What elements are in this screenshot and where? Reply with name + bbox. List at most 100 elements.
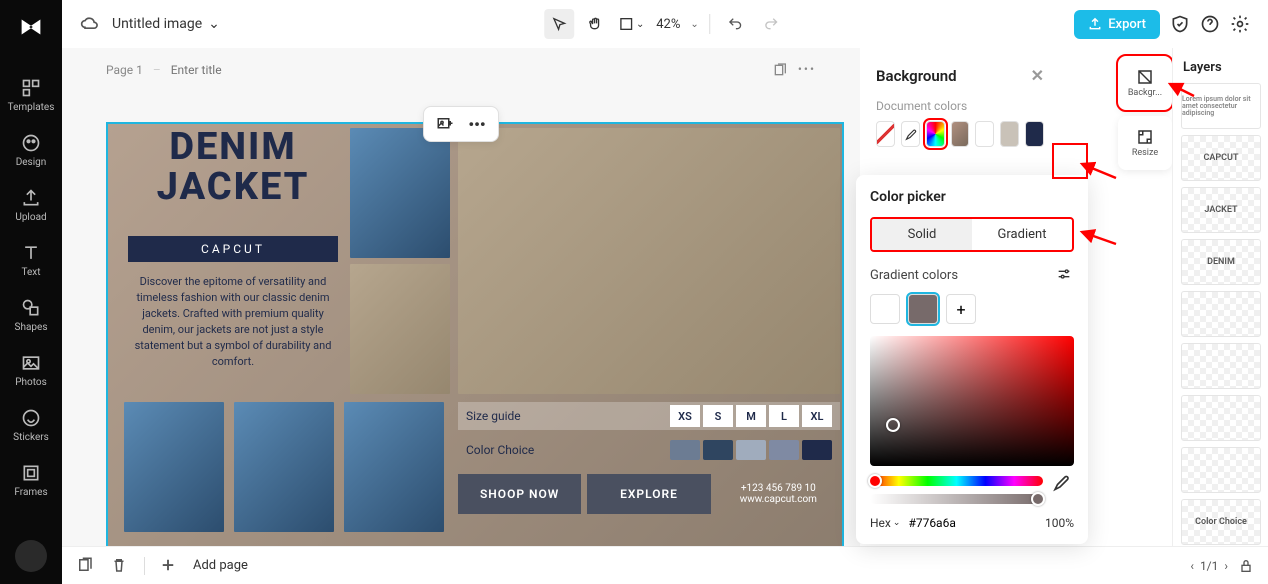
tab-solid[interactable]: Solid	[872, 219, 972, 250]
color-swatch-navy[interactable]	[1025, 121, 1044, 147]
color-swatch-white[interactable]	[975, 121, 994, 147]
canvas-page[interactable]: DENIM JACKET CAPCUT Discover the epitome…	[106, 122, 844, 546]
panel-title: Background	[876, 67, 957, 85]
settings-icon[interactable]	[1230, 14, 1250, 34]
chevron-down-icon[interactable]: ⌄	[690, 19, 698, 30]
sidebar-item-frames[interactable]: Frames	[0, 453, 62, 508]
color-picker-swatch[interactable]	[926, 121, 945, 147]
left-sidebar: Templates Design Upload Text Shapes Phot…	[0, 0, 62, 584]
photo-main	[458, 128, 840, 394]
cta-row: SHOOP NOW EXPLORE +123 456 789 10 www.ca…	[458, 474, 840, 514]
background-tool[interactable]: Backgr...	[1122, 62, 1168, 104]
tab-gradient[interactable]: Gradient	[972, 219, 1072, 250]
design-artboard: DENIM JACKET CAPCUT Discover the epitome…	[108, 124, 842, 546]
eyedropper-swatch[interactable]	[901, 121, 920, 147]
undo-button[interactable]	[720, 9, 750, 39]
sidebar-item-templates[interactable]: Templates	[0, 68, 62, 123]
duplicate-page-icon[interactable]	[772, 62, 788, 78]
select-tool[interactable]	[544, 9, 574, 39]
user-avatar[interactable]	[15, 540, 47, 572]
image-add-icon[interactable]	[434, 113, 456, 135]
background-panel: Background ✕ Document colors	[860, 52, 1060, 159]
add-icon[interactable]	[159, 556, 179, 576]
gradient-stop-1[interactable]	[870, 294, 900, 324]
help-icon[interactable]	[1200, 14, 1220, 34]
color-swatch	[769, 440, 799, 460]
color-swatch-beige[interactable]	[1000, 121, 1019, 147]
color-field[interactable]	[870, 336, 1074, 466]
document-colors-row	[860, 121, 1060, 159]
sidebar-label: Photos	[15, 377, 47, 388]
color-picker-title: Color picker	[870, 189, 1074, 205]
layer-item[interactable]: CAPCUT	[1181, 135, 1261, 181]
gradient-stop-2[interactable]	[908, 294, 938, 324]
sidebar-item-shapes[interactable]: Shapes	[0, 288, 62, 343]
layer-item[interactable]	[1181, 395, 1261, 441]
frame-tool[interactable]: ⌄	[616, 9, 646, 39]
hex-input[interactable]	[908, 516, 978, 530]
cloud-icon[interactable]	[80, 14, 100, 34]
shop-now-button: SHOOP NOW	[458, 474, 581, 514]
photo-3	[124, 402, 224, 532]
sliders-icon[interactable]	[1056, 266, 1074, 284]
more-icon[interactable]: •••	[466, 113, 488, 135]
floating-toolbar: •••	[423, 106, 499, 142]
app-logo[interactable]	[12, 8, 50, 46]
gradient-thumb[interactable]	[1031, 492, 1045, 506]
gradient-colors-row: Gradient colors	[870, 266, 1074, 284]
prev-page-icon[interactable]: ‹	[1190, 559, 1194, 573]
layer-item[interactable]	[1181, 343, 1261, 389]
hue-thumb[interactable]	[868, 474, 882, 488]
sidebar-item-photos[interactable]: Photos	[0, 343, 62, 398]
hand-tool[interactable]	[580, 9, 610, 39]
export-button[interactable]: Export	[1074, 10, 1160, 39]
sidebar-item-stickers[interactable]: Stickers	[0, 398, 62, 453]
gradient-preview-swatch[interactable]	[951, 121, 970, 147]
close-icon[interactable]: ✕	[1031, 66, 1044, 85]
size-option: XL	[802, 405, 832, 427]
page-label: Page 1	[106, 63, 143, 77]
sidebar-label: Frames	[14, 487, 47, 498]
color-mode-select[interactable]: Hex⌄	[870, 516, 900, 530]
color-swatch	[736, 440, 766, 460]
chevron-down-icon: ⌄	[208, 16, 220, 32]
photo-5	[344, 402, 444, 532]
layer-item[interactable]	[1181, 447, 1261, 493]
lock-icon[interactable]	[1238, 558, 1254, 574]
no-color-swatch[interactable]	[876, 121, 895, 147]
hue-slider[interactable]	[870, 476, 1043, 486]
redo-button[interactable]	[756, 9, 786, 39]
zoom-level[interactable]: 42%	[652, 17, 684, 32]
more-icon[interactable]: •••	[798, 62, 816, 78]
page-title-input[interactable]	[171, 63, 327, 77]
color-field-cursor[interactable]	[886, 418, 900, 432]
layer-item[interactable]: DENIM	[1181, 239, 1261, 285]
pages-icon[interactable]	[76, 556, 96, 576]
layer-item[interactable]	[1181, 291, 1261, 337]
layers-title: Layers	[1181, 56, 1260, 83]
eyedropper-icon[interactable]	[1050, 472, 1074, 496]
sidebar-label: Text	[21, 267, 40, 278]
sidebar-label: Stickers	[13, 432, 49, 443]
document-title[interactable]: Untitled image⌄	[112, 16, 220, 32]
add-page-button[interactable]: Add page	[193, 558, 248, 573]
layer-item[interactable]: Color Choice	[1181, 499, 1261, 545]
layer-item[interactable]: Lorem ipsum dolor sit amet consectetur a…	[1181, 83, 1261, 129]
sidebar-label: Templates	[8, 102, 55, 113]
delete-icon[interactable]	[110, 556, 130, 576]
next-page-icon[interactable]: ›	[1224, 559, 1228, 573]
photo-4	[234, 402, 334, 532]
sidebar-label: Design	[16, 157, 47, 168]
opacity-value[interactable]: 100%	[1045, 516, 1074, 530]
resize-tool[interactable]: Resize	[1122, 122, 1168, 164]
gradient-preview-slider[interactable]	[870, 494, 1043, 504]
layer-item[interactable]: JACKET	[1181, 187, 1261, 233]
hero-description: Discover the epitome of versatility and …	[128, 274, 338, 370]
shield-icon[interactable]	[1170, 14, 1190, 34]
sidebar-item-text[interactable]: Text	[0, 233, 62, 288]
sidebar-item-upload[interactable]: Upload	[0, 178, 62, 233]
layers-panel: Layers Lorem ipsum dolor sit amet consec…	[1172, 48, 1268, 546]
size-option: XS	[670, 405, 700, 427]
sidebar-item-design[interactable]: Design	[0, 123, 62, 178]
add-gradient-stop[interactable]: +	[946, 294, 976, 324]
